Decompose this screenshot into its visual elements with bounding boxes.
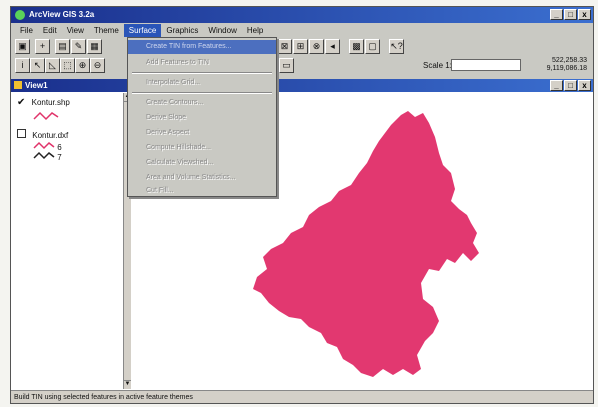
tool-bar: i ↖ ◺ ⬚ ⊕ ⊖ ▭ Scale 1: 522,258.33 9,119,…	[11, 57, 593, 75]
menu-separator	[132, 72, 272, 74]
view-minimize-button[interactable]: _	[550, 80, 563, 91]
menu-file[interactable]: File	[15, 24, 38, 37]
zoom-full-extent-icon[interactable]: ⊠	[277, 39, 292, 54]
legend-class-label: 7	[57, 153, 62, 162]
layer-visibility-checkbox[interactable]: ✔	[17, 97, 25, 108]
view-title-bar: View1 _ □ x	[11, 79, 593, 92]
menu-view[interactable]: View	[62, 24, 89, 37]
menu-item-derive-aspect[interactable]: Derive Aspect	[128, 126, 276, 140]
zoom-active-themes-icon[interactable]: ⊞	[293, 39, 308, 54]
vertex-edit-icon[interactable]: ◺	[45, 58, 60, 73]
line-symbol-icon	[33, 141, 55, 150]
arcview-main-window: ArcView GIS 3.2a _ □ x File Edit View Th…	[10, 6, 594, 404]
draw-tool-icon[interactable]: ▭	[279, 58, 294, 73]
menu-item-create-tin[interactable]: Create TIN from Features...	[128, 40, 276, 54]
button-bar: ▣ + ▤ ✎ ▦ ⊠ ⊞ ⊗ ◂ ▩ ▢ ↖?	[11, 38, 593, 56]
coordinate-x: 522,258.33	[551, 57, 587, 64]
identify-icon[interactable]: i	[15, 58, 30, 73]
zoom-selected-icon[interactable]: ⊗	[309, 39, 324, 54]
view-window: View1 _ □ x ✔ Kontur.shp Kontur.dxf 6 7 …	[11, 79, 593, 391]
theme-properties-icon[interactable]: ▤	[55, 39, 70, 54]
table-of-contents: ✔ Kontur.shp Kontur.dxf 6 7 ▲ ▼	[13, 93, 131, 389]
minimize-button[interactable]: _	[550, 9, 563, 20]
menu-item-area-volume-statistics[interactable]: Area and Volume Statistics...	[128, 171, 276, 185]
line-symbol-icon	[33, 111, 59, 121]
scale-label: Scale 1:	[423, 61, 452, 70]
view-maximize-button[interactable]: □	[564, 80, 577, 91]
legend-class-7: 7	[33, 151, 62, 162]
menu-edit[interactable]: Edit	[38, 24, 62, 37]
layer-kontur-shp[interactable]: ✔ Kontur.shp	[17, 97, 70, 108]
menu-item-calculate-viewshed[interactable]: Calculate Viewshed...	[128, 156, 276, 170]
coordinate-y: 9,119,086.18	[546, 65, 587, 72]
kontur-polygon	[253, 111, 479, 377]
app-title: ArcView GIS 3.2a	[29, 10, 95, 19]
menu-bar: File Edit View Theme Surface Graphics Wi…	[11, 24, 593, 37]
close-button[interactable]: x	[578, 9, 591, 20]
arcview-app-icon	[15, 10, 25, 20]
menu-surface[interactable]: Surface	[123, 24, 162, 37]
scroll-down-arrow[interactable]: ▼	[124, 380, 131, 389]
add-theme-icon[interactable]: +	[35, 39, 50, 54]
menu-item-cut-fill[interactable]: Cut Fill...	[128, 184, 276, 198]
view-window-controls: _ □ x	[550, 80, 591, 91]
coordinate-readout: 522,258.33 9,119,086.18	[547, 57, 587, 73]
menu-item-add-features-to-tin[interactable]: Add Features to TIN	[128, 56, 276, 70]
menu-item-compute-hillshade[interactable]: Compute Hillshade...	[128, 141, 276, 155]
menu-separator	[132, 92, 272, 94]
menu-graphics[interactable]: Graphics	[161, 24, 203, 37]
menu-help[interactable]: Help	[242, 24, 268, 37]
title-bar: ArcView GIS 3.2a _ □ x	[11, 7, 593, 23]
select-feature-icon[interactable]: ⬚	[60, 58, 75, 73]
view-icon	[14, 81, 22, 89]
view-close-button[interactable]: x	[578, 80, 591, 91]
menu-item-interpolate-grid[interactable]: Interpolate Grid...	[128, 76, 276, 90]
layer-kontur-dxf[interactable]: Kontur.dxf	[17, 129, 68, 140]
menu-item-create-contours[interactable]: Create Contours...	[128, 96, 276, 110]
layer-name: Kontur.dxf	[32, 131, 69, 140]
open-table-icon[interactable]: ▦	[87, 39, 102, 54]
menu-theme[interactable]: Theme	[89, 24, 124, 37]
scale-input[interactable]	[451, 59, 521, 71]
line-symbol-icon	[33, 151, 55, 160]
clear-selection-icon[interactable]: ▢	[365, 39, 380, 54]
status-bar: Build TIN using selected features in act…	[11, 390, 593, 403]
zoom-out-icon[interactable]: ⊖	[90, 58, 105, 73]
save-icon[interactable]: ▣	[15, 39, 30, 54]
view-title: View1	[25, 81, 48, 90]
layer-name: Kontur.shp	[31, 98, 70, 107]
select-features-icon[interactable]: ▩	[349, 39, 364, 54]
menu-item-derive-slope[interactable]: Derive Slope	[128, 111, 276, 125]
pointer-icon[interactable]: ↖	[30, 58, 45, 73]
window-controls: _ □ x	[550, 9, 591, 20]
edit-legend-icon[interactable]: ✎	[71, 39, 86, 54]
zoom-in-icon[interactable]: ⊕	[75, 58, 90, 73]
help-icon[interactable]: ↖?	[389, 39, 404, 54]
zoom-previous-icon[interactable]: ◂	[325, 39, 340, 54]
menu-window[interactable]: Window	[203, 24, 241, 37]
status-text: Build TIN using selected features in act…	[14, 394, 193, 401]
surface-menu-dropdown: Create TIN from Features... Add Features…	[127, 37, 277, 197]
maximize-button[interactable]: □	[564, 9, 577, 20]
layer-visibility-checkbox[interactable]	[17, 129, 26, 138]
